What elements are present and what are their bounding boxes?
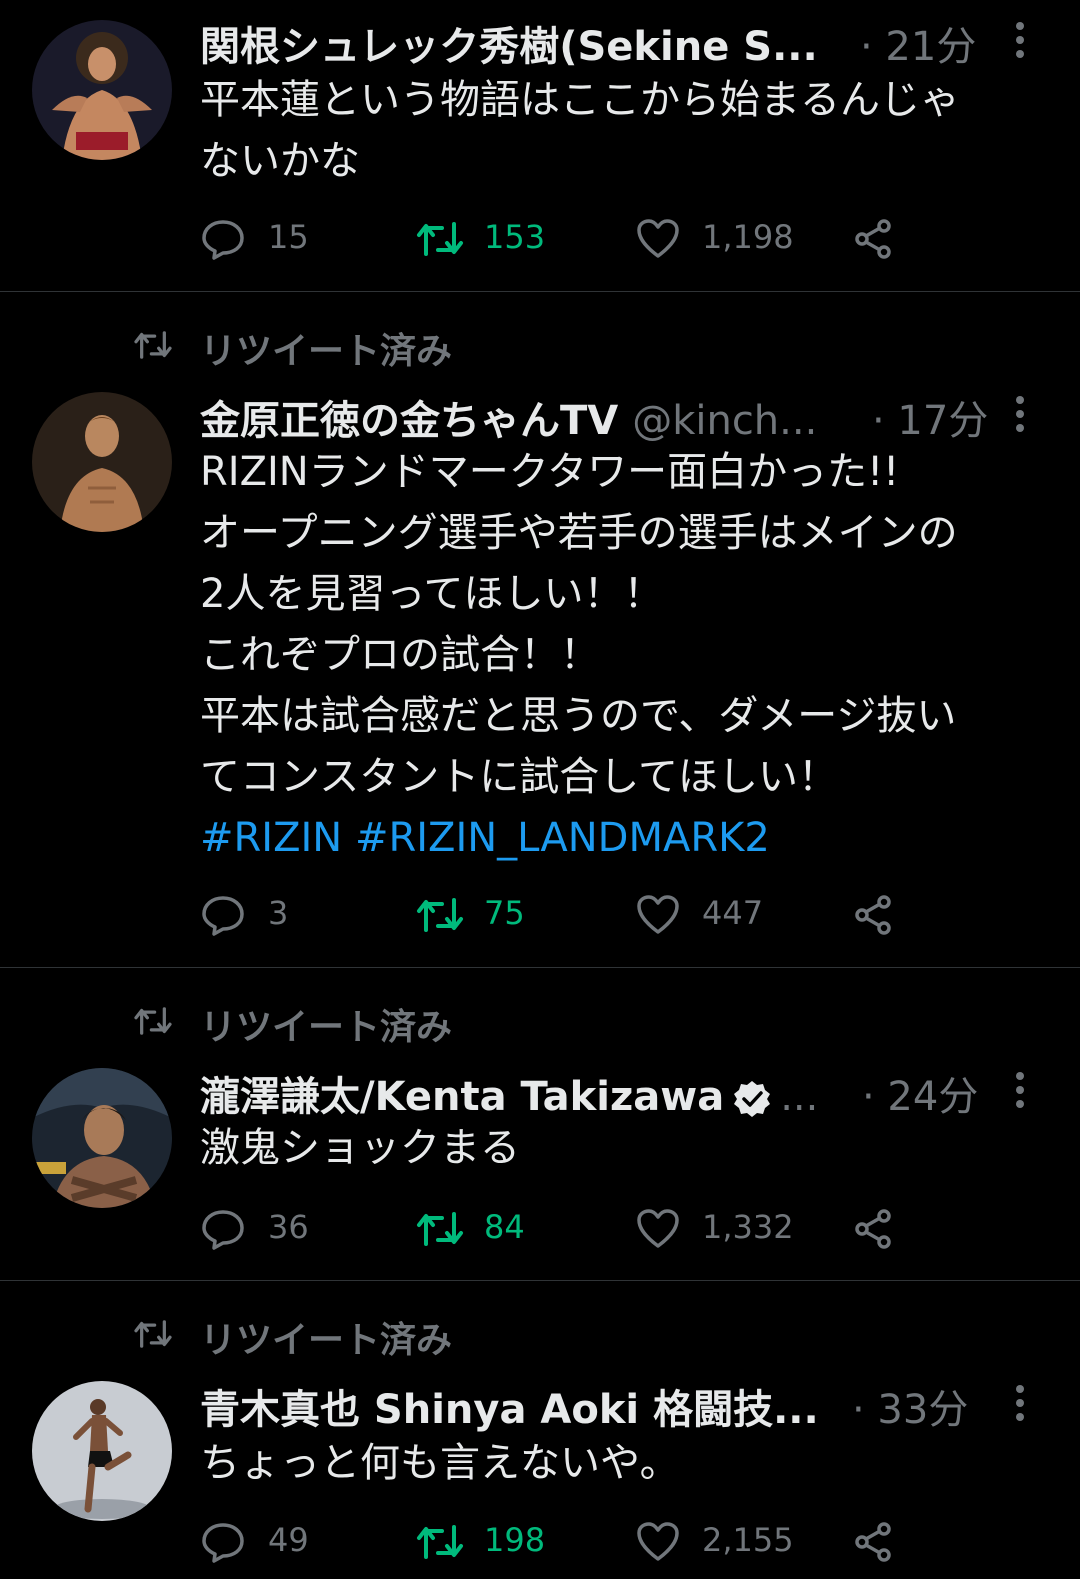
- display-name[interactable]: 瀧澤謙太/Kenta Takizawa...: [200, 1064, 840, 1122]
- reply-icon: [202, 220, 244, 260]
- text-line: これぞプロの試合！！: [200, 632, 600, 678]
- text-line: ないかな: [200, 138, 360, 184]
- tweet-2[interactable]: リツイート済み 金原正徳の金ちゃんTV @kinch... · 17分 RIZI…: [0, 292, 1080, 968]
- retweet-icon: [134, 331, 172, 359]
- more-vertical-icon[interactable]: [1008, 1383, 1032, 1423]
- tweet-text: 平本蓮という物語はここから始まるんじゃ ないかな: [200, 70, 1050, 192]
- share-icon: [855, 1209, 891, 1249]
- retweet-context: リツイート済み: [0, 318, 700, 372]
- action-bar: 36 84 1,332: [200, 1204, 920, 1254]
- retweet-icon: [417, 1525, 463, 1559]
- retweet-icon: [134, 1320, 172, 1348]
- action-bar: 49 198 2,155: [200, 1517, 920, 1567]
- hashtag-links[interactable]: #RIZIN #RIZIN_LANDMARK2: [200, 808, 1050, 869]
- timestamp[interactable]: · 21分: [860, 14, 976, 72]
- tweet-text: 激鬼ショックまる: [200, 1118, 1050, 1179]
- name-ellipsis: ...: [780, 1074, 819, 1120]
- text-line: 2人を見習ってほしい！！: [200, 571, 664, 617]
- tweet-4[interactable]: リツイート済み 青木真也 Shinya Aoki 格闘技... · 33分 ちょ…: [0, 1281, 1080, 1579]
- retweet-count: 84: [484, 1208, 525, 1246]
- share-icon: [855, 219, 891, 259]
- avatar[interactable]: [32, 392, 172, 532]
- retweet-count: 75: [484, 894, 525, 932]
- display-name[interactable]: 青木真也 Shinya Aoki 格闘技...: [200, 1377, 840, 1435]
- tweet-3[interactable]: リツイート済み 瀧澤謙太/Kenta Takizawa... · 24分 激鬼シ…: [0, 968, 1080, 1280]
- tweet-text: RIZINランドマークタワー面白かった!! オープニング選手や若手の選手はメイン…: [200, 442, 1050, 869]
- timestamp[interactable]: · 17分: [872, 388, 988, 446]
- avatar[interactable]: [32, 1381, 172, 1521]
- reply-count: 3: [268, 894, 289, 932]
- text-line: てコンスタントに試合してほしい！: [200, 754, 838, 800]
- avatar[interactable]: [32, 1068, 172, 1208]
- heart-icon: [637, 1209, 679, 1248]
- text-line: 激鬼ショックまる: [200, 1125, 520, 1171]
- action-bar: 3 75 447: [200, 890, 920, 940]
- like-count: 2,155: [702, 1521, 794, 1559]
- reply-count: 15: [268, 218, 309, 256]
- text-line: RIZINランドマークタワー面白かった!!: [200, 449, 900, 495]
- heart-icon: [637, 1522, 679, 1561]
- retweet-icon: [417, 898, 463, 932]
- retweet-icon: [134, 1007, 172, 1035]
- retweet-label: リツイート済み: [200, 1320, 453, 1361]
- text-line: 平本蓮という物語はここから始まるんじゃ: [200, 77, 960, 123]
- user-handle: @kinch...: [632, 398, 818, 444]
- action-bar: 15 153 1,198: [200, 214, 920, 264]
- display-name-text: 金原正徳の金ちゃんTV: [200, 398, 619, 444]
- tweet-1[interactable]: 関根シュレック秀樹(Sekine S... · 21分 平本蓮という物語はここか…: [0, 0, 1080, 292]
- retweet-count: 198: [484, 1521, 546, 1559]
- display-name-text: 瀧澤謙太/Kenta Takizawa: [200, 1074, 725, 1120]
- text-line: オープニング選手や若手の選手はメインの: [200, 510, 958, 556]
- tweet-text: ちょっと何も言えないや。: [200, 1433, 1050, 1494]
- more-vertical-icon[interactable]: [1008, 20, 1032, 60]
- heart-icon: [637, 219, 679, 258]
- more-vertical-icon[interactable]: [1008, 394, 1032, 434]
- retweet-label: リツイート済み: [200, 331, 453, 372]
- like-count: 447: [702, 894, 764, 932]
- display-name[interactable]: 関根シュレック秀樹(Sekine S...: [200, 14, 840, 72]
- retweet-icon: [417, 222, 463, 256]
- display-name[interactable]: 金原正徳の金ちゃんTV @kinch...: [200, 388, 860, 446]
- verified-badge-icon: [734, 1081, 771, 1117]
- more-vertical-icon[interactable]: [1008, 1070, 1032, 1110]
- reply-icon: [202, 896, 244, 936]
- avatar[interactable]: [32, 20, 172, 160]
- text-line: 平本は試合感だと思うので、ダメージ抜い: [200, 693, 957, 739]
- retweet-icon: [417, 1212, 463, 1246]
- reply-count: 36: [268, 1208, 309, 1246]
- share-icon: [855, 895, 891, 935]
- like-count: 1,332: [702, 1208, 794, 1246]
- text-line: ちょっと何も言えないや。: [200, 1440, 680, 1486]
- retweet-label: リツイート済み: [200, 1007, 453, 1048]
- reply-count: 49: [268, 1521, 309, 1559]
- timestamp[interactable]: · 33分: [852, 1377, 968, 1435]
- share-icon: [855, 1522, 891, 1562]
- reply-icon: [202, 1210, 244, 1250]
- retweet-context: リツイート済み: [0, 1307, 700, 1361]
- retweet-context: リツイート済み: [0, 994, 700, 1048]
- like-count: 1,198: [702, 218, 794, 256]
- retweet-count: 153: [484, 218, 546, 256]
- reply-icon: [202, 1523, 244, 1563]
- heart-icon: [637, 895, 679, 934]
- timestamp[interactable]: · 24分: [862, 1064, 978, 1122]
